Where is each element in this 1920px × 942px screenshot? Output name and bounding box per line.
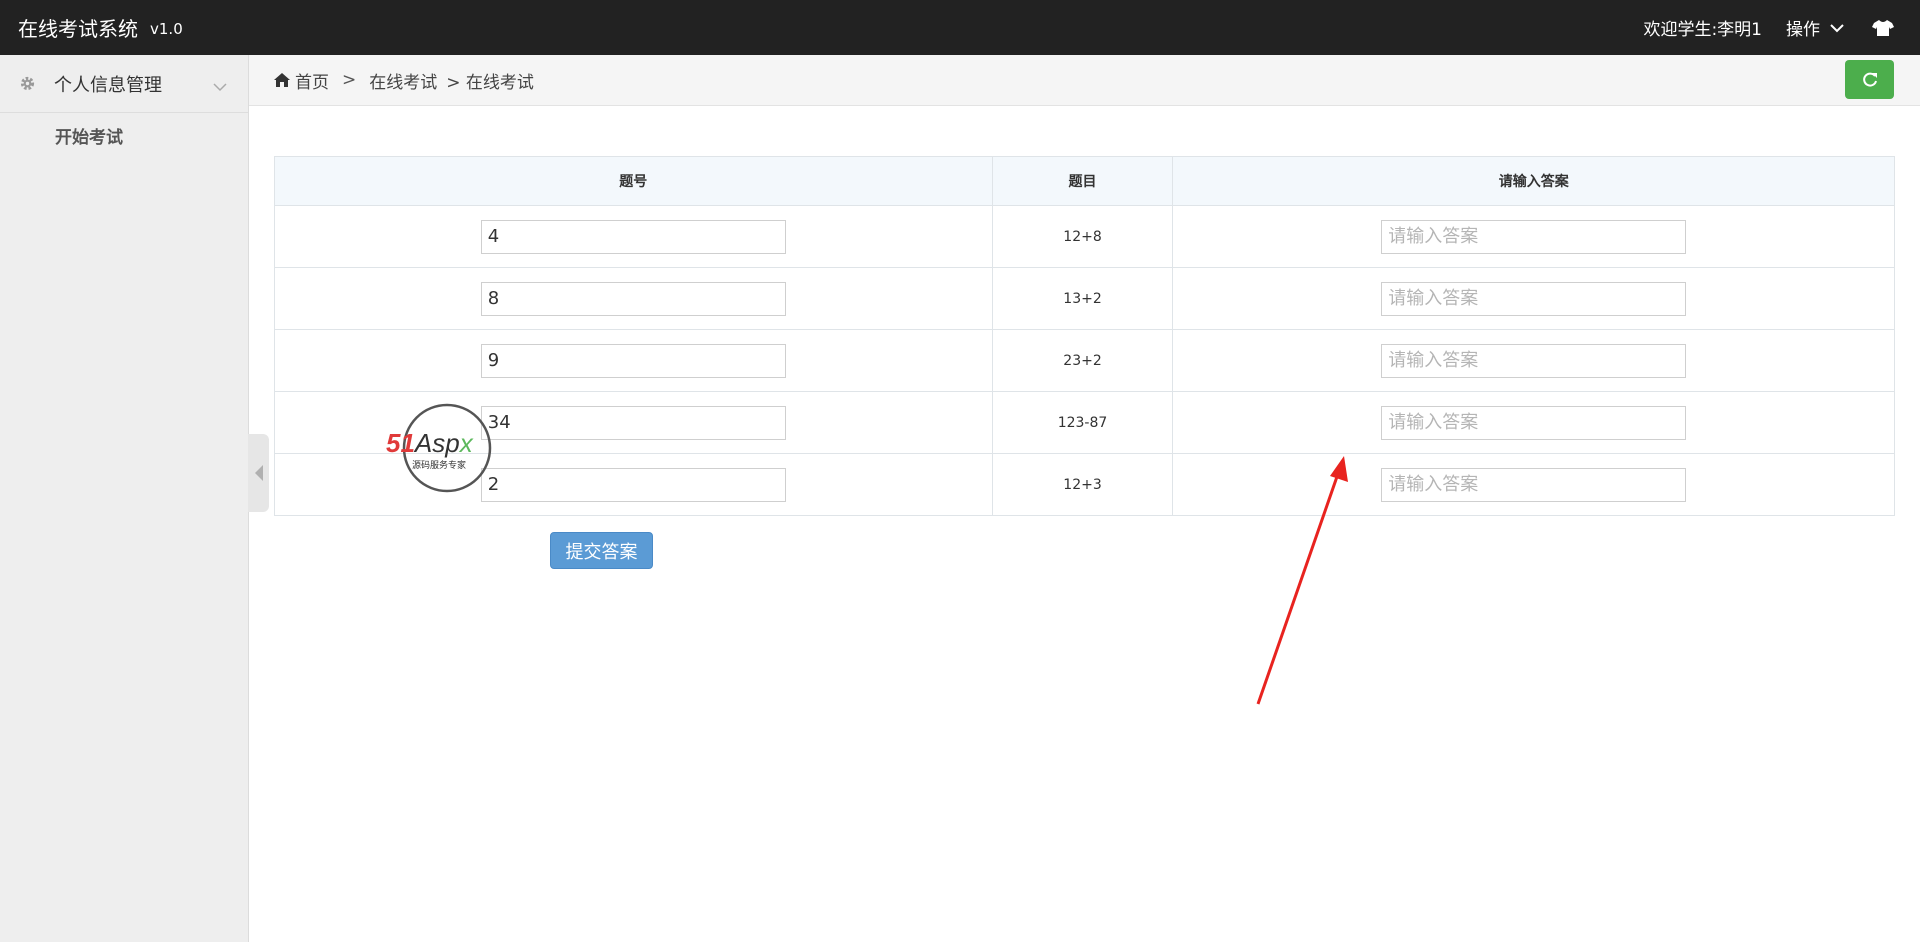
answer-cell: [1172, 267, 1895, 330]
number-input[interactable]: [480, 343, 786, 378]
question-cell: 12+3: [991, 453, 1174, 516]
breadcrumb-home[interactable]: 首页: [274, 68, 329, 93]
gear-icon: [19, 75, 36, 96]
number-cell: [274, 391, 993, 454]
breadcrumb-bar: 首页 > 在线考试 > 在线考试: [249, 55, 1920, 106]
breadcrumb-current: > 在线考试: [446, 72, 534, 93]
chevron-down-icon: [1830, 23, 1844, 32]
home-icon: [274, 73, 290, 87]
refresh-button[interactable]: [1845, 60, 1894, 99]
number-input[interactable]: [480, 219, 786, 254]
sidebar: 个人信息管理 开始考试: [0, 55, 249, 942]
table-row: 123-87: [274, 391, 1895, 454]
refresh-icon: [1862, 72, 1877, 87]
answer-cell: [1172, 329, 1895, 392]
question-table: 题号 题目 请输入答案 12+8 13+2 23+2 123-87 12+3: [274, 156, 1895, 516]
top-right-area: 欢迎学生:李明1 操作: [1643, 0, 1920, 55]
app-title: 在线考试系统: [18, 17, 138, 41]
red-arrow-annotation: [1256, 456, 1348, 705]
app-version: v1.0: [150, 19, 183, 38]
sidebar-collapse-toggle[interactable]: [248, 434, 269, 512]
question-cell: 13+2: [991, 267, 1174, 330]
table-row: 13+2: [274, 267, 1895, 330]
operation-label: 操作: [1786, 20, 1820, 40]
answer-input[interactable]: [1381, 219, 1687, 254]
number-cell: [274, 453, 993, 516]
brand: 在线考试系统 v1.0: [18, 0, 183, 55]
answer-input[interactable]: [1381, 281, 1687, 316]
submit-answers-button[interactable]: 提交答案: [550, 532, 653, 569]
top-navbar: 在线考试系统 v1.0 欢迎学生:李明1 操作: [0, 0, 1920, 55]
header-answer: 请输入答案: [1172, 156, 1895, 206]
answer-input[interactable]: [1381, 405, 1687, 440]
answer-input[interactable]: [1381, 467, 1687, 502]
watermark-brand: 51Aspx: [386, 428, 474, 458]
answer-cell: [1172, 205, 1895, 268]
question-cell: 123-87: [991, 391, 1174, 454]
question-cell: 23+2: [991, 329, 1174, 392]
operation-dropdown[interactable]: 操作: [1786, 15, 1844, 40]
caret-left-icon: [254, 465, 263, 481]
tshirt-icon[interactable]: [1872, 19, 1894, 37]
watermark-logo: 51Aspx 源码服务专家: [386, 403, 492, 493]
table-row: 23+2: [274, 329, 1895, 392]
table-header-row: 题号 题目 请输入答案: [274, 156, 1895, 206]
breadcrumb-separator: >: [342, 70, 357, 90]
question-cell: 12+8: [991, 205, 1174, 268]
sidebar-group-label: 个人信息管理: [54, 74, 162, 96]
header-number: 题号: [274, 156, 993, 206]
table-row: 12+3: [274, 453, 1895, 516]
answer-input[interactable]: [1381, 343, 1687, 378]
breadcrumb-online-exam[interactable]: 在线考试: [369, 68, 437, 93]
header-question: 题目: [991, 156, 1174, 206]
watermark-tagline: 源码服务专家: [412, 459, 466, 471]
table-row: 12+8: [274, 205, 1895, 268]
number-input[interactable]: [480, 467, 786, 502]
number-cell: [274, 205, 993, 268]
welcome-text: 欢迎学生:李明1: [1643, 20, 1762, 40]
number-input[interactable]: [480, 281, 786, 316]
chevron-down-icon: [213, 77, 227, 96]
sidebar-group-personal-info[interactable]: 个人信息管理: [0, 55, 248, 113]
answer-cell: [1172, 391, 1895, 454]
number-input[interactable]: [480, 405, 786, 440]
number-cell: [274, 329, 993, 392]
sidebar-item-start-exam[interactable]: 开始考试: [0, 113, 248, 157]
breadcrumb: 首页 > 在线考试 > 在线考试: [274, 55, 534, 105]
breadcrumb-home-label: 首页: [295, 72, 329, 93]
number-cell: [274, 267, 993, 330]
